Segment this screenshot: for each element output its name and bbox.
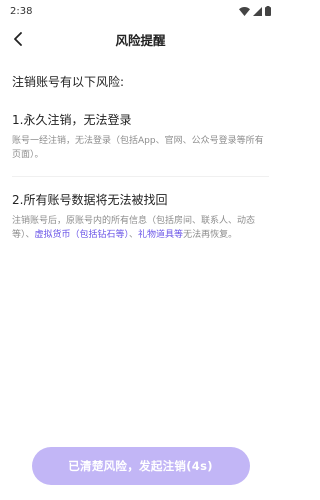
status-time: 2:38 [10, 5, 33, 17]
battery-icon [265, 6, 271, 16]
risk-title-1: 1.永久注销，无法登录 [12, 113, 132, 127]
risk-desc-2-post: 无法再恢复。 [183, 230, 238, 240]
status-icons [239, 6, 271, 16]
signal-icon [253, 6, 262, 16]
risk-section-1: 1.永久注销，无法登录 账号一经注销，无法登录（包括App、官网、公众号登录等所… [12, 111, 269, 162]
content: 注销账号有以下风险: 1.永久注销，无法登录 账号一经注销，无法登录（包括App… [0, 73, 281, 242]
back-button[interactable] [6, 27, 30, 51]
nav-bar: 风险提醒 [0, 22, 281, 56]
confirm-cancel-account-button[interactable]: 已清楚风险，发起注销(4s) [31, 447, 250, 485]
page-title: 风险提醒 [115, 32, 166, 48]
bottom-bar: 已清楚风险，发起注销(4s) [0, 447, 281, 485]
wifi-icon [239, 6, 250, 16]
status-bar: 2:38 [0, 0, 281, 22]
virtual-currency-link[interactable]: 虚拟货币（包括钻石等） [35, 230, 130, 240]
risk-desc-2-sep: 、 [129, 230, 139, 240]
risk-desc-2: 注销账号后，原账号内的所有信息（包括房间、联系人、动态等）、虚拟货币（包括钻石等… [12, 214, 269, 242]
divider [12, 176, 269, 177]
risk-section-2: 2.所有账号数据将无法被找回 注销账号后，原账号内的所有信息（包括房间、联系人、… [12, 191, 269, 242]
chevron-left-icon [14, 32, 22, 46]
gift-items-link[interactable]: 礼物道具等 [138, 230, 183, 240]
intro-text: 注销账号有以下风险: [12, 75, 125, 89]
risk-desc-1: 账号一经注销，无法登录（包括App、官网、公众号登录等所有页面）。 [12, 136, 264, 160]
risk-title-2: 2.所有账号数据将无法被找回 [12, 193, 168, 207]
